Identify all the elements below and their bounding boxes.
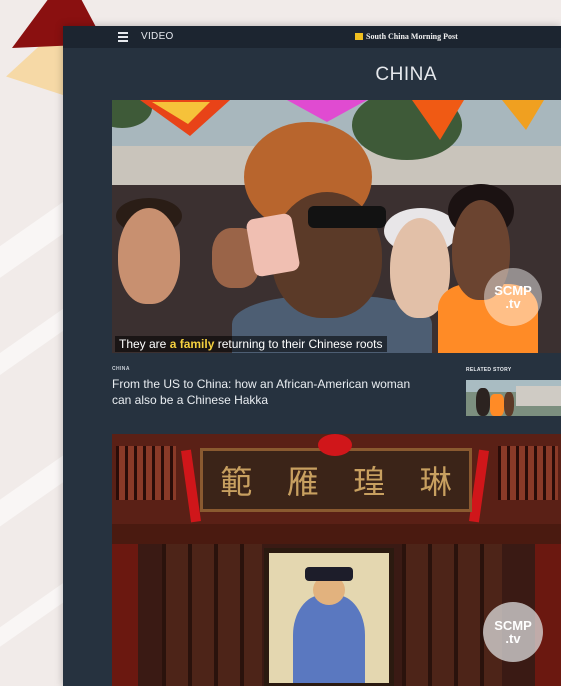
video-subtitle: They are a family returning to their Chi… [115,336,387,352]
second-video-thumbnail[interactable]: 範 雁 瑝 琳 SCMP .tv [112,434,561,686]
section-title: CHINA [375,64,437,85]
story-category-label: CHINA [112,366,130,372]
related-story-thumbnail[interactable] [466,380,561,416]
story-headline-link[interactable]: From the US to China: how an African-Ame… [112,376,412,408]
scmp-logo-icon [355,33,363,40]
temple-plaque: 範 雁 瑝 琳 [200,448,472,512]
app-window: VIDEO South China Morning Post CHINA The… [63,26,561,686]
ancestor-portrait [264,548,394,686]
featured-video-player[interactable]: They are a family returning to their Chi… [112,100,561,353]
scmp-tv-watermark-icon: SCMP .tv [484,268,542,326]
brand-name: South China Morning Post [366,32,458,41]
hamburger-menu-icon[interactable] [118,32,128,42]
scmp-tv-watermark-icon: SCMP .tv [483,602,543,662]
related-story-label: RELATED STORY [466,367,512,373]
brand-logo-link[interactable]: South China Morning Post [355,32,458,41]
top-navigation-bar: VIDEO South China Morning Post [63,26,561,48]
nav-video-link[interactable]: VIDEO [141,31,174,42]
